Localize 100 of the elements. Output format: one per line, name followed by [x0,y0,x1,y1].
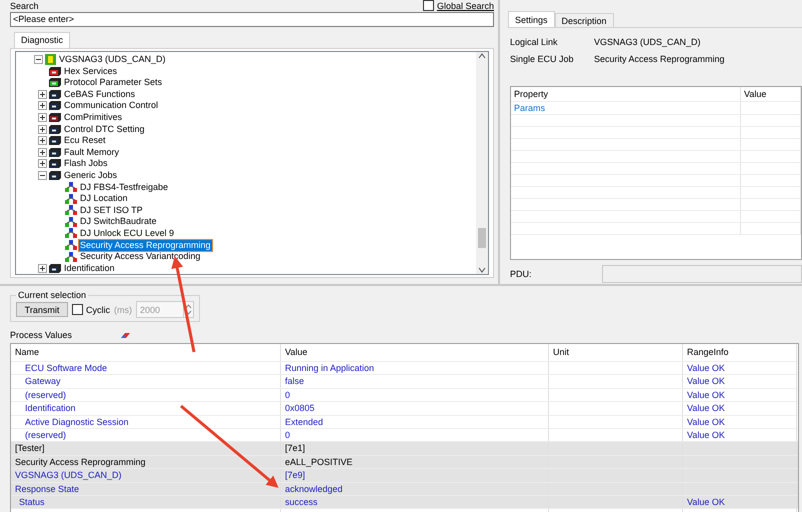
expand-icon[interactable] [38,264,47,273]
tree-item[interactable]: Ecu Reset [63,135,107,146]
collapse-icon[interactable] [38,170,47,180]
setting-value: Security Access Reprogramming [594,53,726,65]
module-icon [49,170,61,180]
tree-item[interactable]: ComPrimitives [63,112,124,123]
tree-item[interactable]: Security Access Variantcoding [79,251,202,262]
process-values-title: Process Values [10,329,72,341]
table-cell: Running in Application [281,362,549,374]
tree-item[interactable]: Communication Control [63,100,160,112]
eraser-icon[interactable] [120,330,131,340]
unit-label: (ms) [114,304,132,314]
job-icon [65,216,77,227]
module-icon [49,66,61,76]
tree-item[interactable]: DJ FBS4-Testfreigabe [79,182,170,193]
cyclic-label: Cyclic [86,304,110,316]
table-cell: Value OK [683,388,797,402]
expand-icon[interactable] [38,90,47,99]
module-icon [49,78,61,88]
table-cell: ECU Software Mode [11,362,281,374]
expand-icon[interactable] [38,148,47,157]
table-cell: acknowledged [281,482,549,495]
ecu-icon [45,54,56,66]
expand-icon[interactable] [38,136,47,146]
table-cell: success [281,496,549,508]
global-search-checkbox[interactable] [422,0,434,11]
table-cell: Identification [11,402,281,415]
module-icon [49,148,61,157]
module-icon [49,136,61,146]
transmit-button[interactable]: Transmit [16,302,68,317]
tree-item[interactable]: Flash Jobs [63,158,109,170]
table-cell: Value OK [683,428,797,442]
setting-label: Single ECU Job [510,53,575,65]
column-header: Value [281,344,549,361]
tree-item[interactable]: VGSNAG3 (UDS_CAN_D) [58,54,167,66]
table-cell: Status [11,496,281,508]
expand-icon[interactable] [38,124,47,134]
setting-value: VGSNAG3 (UDS_CAN_D) [594,36,702,48]
tree-item[interactable]: Fault Memory [63,146,120,158]
tree-item[interactable]: DJ SET ISO TP [79,204,144,216]
table-cell: Value OK [683,362,797,374]
expand-icon[interactable] [38,112,47,122]
tree-item[interactable]: Protocol Parameter Sets [63,77,164,88]
scroll-up-icon[interactable] [478,52,486,60]
table-cell: Gateway [11,375,281,388]
column-header: Name [11,344,281,361]
job-icon [65,252,77,262]
column-header: Unit [549,344,683,361]
expand-icon[interactable] [38,101,47,110]
module-icon [49,264,61,273]
tree-item[interactable]: Identification [63,262,116,274]
setting-label: Logical Link [510,36,559,48]
table-cell: Value OK [683,402,797,415]
tree-item[interactable]: DJ SwitchBaudrate [79,216,158,228]
scroll-down-icon[interactable] [478,266,486,274]
table-cell: Active Diagnostic Session [11,416,281,428]
tree-item[interactable]: DJ Location [79,193,129,204]
table-cell: Value OK [683,416,797,428]
collapse-icon[interactable] [34,55,43,64]
module-icon [49,90,61,99]
table-cell: [7e9] [281,469,549,482]
tree-item[interactable]: CeBAS Functions [63,88,136,100]
job-icon [65,240,77,250]
column-header: Property [511,87,741,101]
table-cell: Extended [281,416,549,428]
table-cell: Params [511,102,741,114]
tree-item[interactable]: Hex Services [63,66,118,77]
table-cell: 0 [281,388,549,402]
cyclic-checkbox[interactable] [72,304,83,315]
table-cell: Value OK [683,375,797,388]
search-field[interactable]: <Please enter> [10,12,494,27]
scrollbar[interactable] [476,52,488,274]
module-icon [49,159,61,168]
tab[interactable]: Settings [508,11,555,27]
search-label: Search [10,0,39,11]
column-header: Value [741,87,801,101]
table-cell: 0x0805 [281,402,549,415]
module-icon [49,124,61,134]
tree-item[interactable]: Security Access Reprogramming [79,240,212,251]
pdu-label: PDU: [510,268,532,280]
table-cell: Response State [11,482,281,495]
group-title: Current selection [17,290,88,300]
scroll-thumb[interactable] [478,228,486,248]
job-icon [65,194,77,204]
table-cell: (reserved) [11,428,281,442]
table-cell: 0 [281,428,549,442]
module-icon [49,112,61,122]
job-icon [65,205,77,216]
table-cell: [Tester] [11,442,281,455]
tree-item[interactable]: Control DTC Setting [63,124,146,135]
table-cell: Value OK [683,496,797,508]
expand-icon[interactable] [38,159,47,168]
column-header: RangeInfo [683,344,797,361]
tree-item[interactable]: Generic Jobs [63,170,118,181]
table-cell: (reserved) [11,388,281,402]
table-cell: VGSNAG3 (UDS_CAN_D) [11,469,281,482]
table-cell: eALL_POSITIVE [281,456,549,468]
tab[interactable]: Diagnostic [14,32,70,48]
tab[interactable]: Description [554,13,614,27]
tree-item[interactable]: DJ Unlock ECU Level 9 [79,228,176,239]
